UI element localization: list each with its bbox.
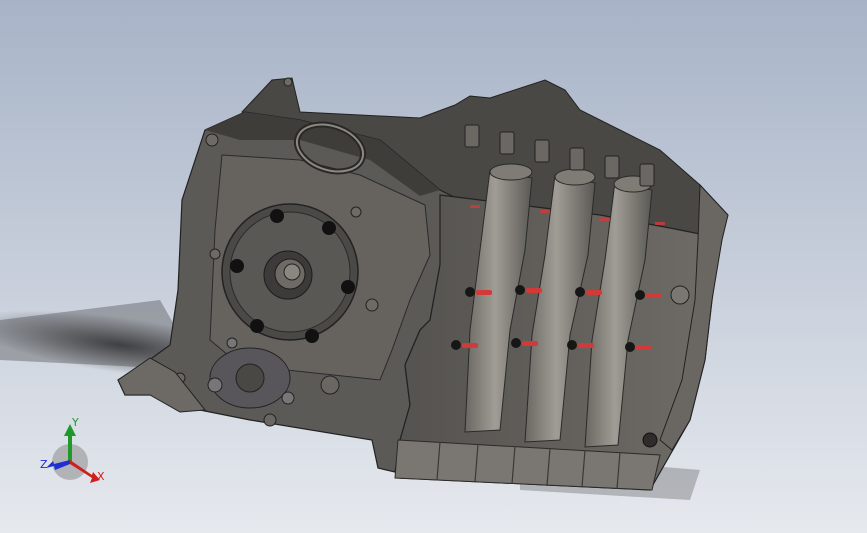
triad-y-label: Y bbox=[71, 416, 79, 429]
viewport-canvas[interactable]: Y X Z bbox=[0, 0, 867, 533]
rear-boss bbox=[670, 285, 690, 305]
triad-z-label: Z bbox=[40, 458, 48, 471]
triad-x-label: X bbox=[97, 470, 105, 483]
graphics-viewport[interactable]: Y X Z bbox=[0, 0, 867, 533]
rear-drain-hole bbox=[642, 432, 658, 448]
